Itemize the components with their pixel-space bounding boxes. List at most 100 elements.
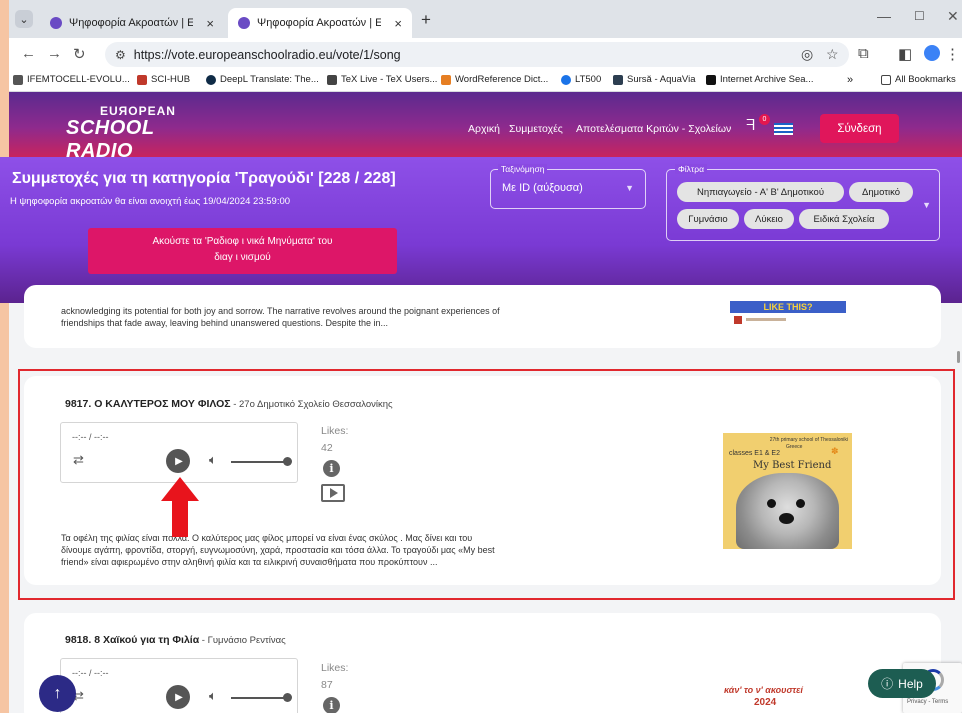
- red-arrow-annotation: [161, 477, 199, 537]
- filter-chip-special[interactable]: Ειδικά Σχολεία: [799, 209, 889, 229]
- logo-line1: EUЯOPEAN: [100, 104, 176, 118]
- maximize-icon[interactable]: ☐: [914, 9, 925, 23]
- highlight-box: [18, 369, 955, 600]
- all-bookmarks[interactable]: All Bookmarks: [881, 74, 956, 85]
- bookmark-item[interactable]: LT500: [561, 74, 601, 85]
- extensions-icon[interactable]: ⧉: [858, 45, 869, 62]
- likes-count: 87: [321, 679, 333, 691]
- signin-button[interactable]: Σύνδεση: [820, 114, 899, 143]
- bookmark-item[interactable]: WordReference Dict...: [441, 74, 548, 85]
- radio-messages-button[interactable]: Ακούστε τα 'Ραδιοφ ι νικά Μηνύματα' του …: [88, 228, 397, 274]
- volume-icon[interactable]: 🔈︎: [209, 688, 217, 704]
- description-line: friendships that fade away, leaving behi…: [61, 318, 389, 328]
- audio-player[interactable]: --:-- / --:-- ⇄ ▶ 🔈︎: [60, 658, 298, 713]
- notification-badge: 0: [759, 114, 770, 125]
- notifications-icon[interactable]: ᖷ: [746, 117, 755, 134]
- tab-close-icon[interactable]: ×: [394, 16, 402, 31]
- filter-select[interactable]: Φίλτρα Νηπιαγωγείο - Α' Β' Δημοτικού Δημ…: [666, 164, 940, 241]
- radio-messages-line2: διαγ ι νισμού: [214, 252, 271, 263]
- audio-time: --:-- / --:--: [72, 668, 109, 678]
- omnibox[interactable]: ⚙ https://vote.europeanschoolradio.eu/vo…: [105, 42, 849, 67]
- thumb-banner: LIKE THIS?: [730, 301, 846, 313]
- bookmark-item[interactable]: Internet Archive Sea...: [706, 74, 813, 85]
- likes-label: Likes:: [321, 662, 349, 674]
- voting-deadline: Η ψηφοφορία ακροατών θα είναι ανοιχτή έω…: [10, 196, 291, 207]
- eye-off-icon[interactable]: ◎: [801, 46, 813, 63]
- entry-school: - Γυμνάσιο Ρεντίνας: [199, 635, 286, 646]
- play-button[interactable]: ▶: [166, 685, 190, 709]
- info-icon[interactable]: i: [323, 697, 340, 713]
- entry-title[interactable]: 9818. 8 Χαϊκού για τη Φιλία - Γυμνάσιο Ρ…: [65, 634, 286, 646]
- dropdown-arrow-icon: ▼: [625, 183, 634, 193]
- bookmark-icon: [706, 74, 716, 85]
- nav-entries[interactable]: Συμμετοχές: [509, 123, 563, 135]
- new-tab-button[interactable]: +: [421, 10, 431, 30]
- dropdown-arrow-icon: ▼: [922, 200, 931, 210]
- bookmark-item[interactable]: TeX Live - TeX Users...: [327, 74, 437, 85]
- tab-close-icon[interactable]: ×: [206, 16, 214, 31]
- bookmark-icon: [206, 74, 216, 85]
- bookmarks-overflow-icon[interactable]: »: [847, 74, 853, 86]
- site-logo[interactable]: EUЯOPEAN SCHOOL RADIO: [66, 104, 216, 162]
- thumb-year: 2024: [754, 697, 777, 708]
- filter-chip-gymnasium[interactable]: Γυμνάσιο: [677, 209, 739, 229]
- bookmark-star-icon[interactable]: ☆: [826, 46, 839, 63]
- entry-card-previous: acknowledging its potential for both joy…: [24, 285, 941, 348]
- sort-select[interactable]: Ταξινόμηση Με ID (αύξουσα) ▼: [490, 164, 646, 209]
- entry-thumbnail: LIKE THIS?: [730, 301, 846, 328]
- desktop-edge: [0, 0, 9, 713]
- help-button[interactable]: ⓘ Help: [868, 669, 936, 698]
- filter-chip-primary[interactable]: Δημοτικό: [849, 182, 913, 202]
- screen: ⌄ Ψηφοφορία Ακροατών | Europ × Ψηφοφορία…: [0, 0, 962, 713]
- site-header: EUЯOPEAN SCHOOL RADIO Αρχική Συμμετοχές …: [9, 92, 962, 162]
- bookmark-item[interactable]: Sursă - AquaVia: [613, 74, 695, 85]
- volume-slider-knob[interactable]: [283, 693, 292, 702]
- entry-card-9818: 9818. 8 Χαϊκού για τη Φιλία - Γυμνάσιο Ρ…: [24, 613, 941, 713]
- greek-flag-icon[interactable]: [774, 123, 793, 135]
- tab-title: Ψηφοφορία Ακροατών | Europ: [257, 17, 381, 29]
- nav-home[interactable]: Αρχική: [468, 123, 500, 135]
- recaptcha-text: Privacy - Terms: [907, 699, 949, 705]
- tab-inactive[interactable]: Ψηφοφορία Ακροατών | Europ ×: [40, 8, 224, 38]
- school-logo-icon: [734, 316, 742, 324]
- side-panel-icon[interactable]: ◧: [898, 45, 912, 63]
- thumb-caption: [746, 318, 786, 321]
- arrow-shape: [161, 477, 199, 537]
- scrollbar[interactable]: [955, 303, 962, 713]
- bookmark-item[interactable]: SCI-HUB: [137, 74, 190, 85]
- bookmark-label: WordReference Dict...: [455, 74, 549, 85]
- profile-avatar[interactable]: [924, 45, 940, 61]
- volume-slider[interactable]: [231, 697, 286, 699]
- all-bookmarks-label: All Bookmarks: [895, 74, 956, 85]
- entry-title-text: 9818. 8 Χαϊκού για τη Φιλία: [65, 634, 200, 646]
- url-text: https://vote.europeanschoolradio.eu/vote…: [133, 47, 401, 62]
- bookmark-label: Sursă - AquaVia: [627, 74, 696, 85]
- filter-chip-lyceum[interactable]: Λύκειο: [744, 209, 794, 229]
- bookmark-icon: [13, 74, 23, 85]
- page-title: Συμμετοχές για τη κατηγορία 'Τραγούδι' […: [12, 170, 396, 187]
- scroll-to-top-button[interactable]: ↑: [39, 675, 76, 712]
- category-banner: Συμμετοχές για τη κατηγορία 'Τραγούδι' […: [0, 157, 962, 303]
- filter-chip-kindergarten[interactable]: Νηπιαγωγείο - Α' Β' Δημοτικού: [677, 182, 844, 202]
- bookmark-item[interactable]: DeepL Translate: The...: [206, 74, 319, 85]
- forward-icon[interactable]: →: [47, 45, 62, 62]
- address-bar-row: ← → ↻ ⚙ https://vote.europeanschoolradio…: [9, 38, 962, 70]
- scrollbar-thumb[interactable]: [957, 351, 960, 363]
- bookmark-icon: [327, 74, 337, 85]
- back-icon[interactable]: ←: [21, 45, 36, 62]
- bookmark-label: DeepL Translate: The...: [220, 74, 319, 85]
- tab-active[interactable]: Ψηφοφορία Ακροατών | Europ ×: [228, 8, 412, 38]
- bookmark-icon: [441, 74, 451, 85]
- reload-icon[interactable]: ↻: [73, 45, 86, 63]
- tab-search-icon[interactable]: ⌄: [15, 10, 33, 28]
- bookmark-item[interactable]: IFEMTOCELL-EVOLU...: [13, 74, 130, 85]
- sort-legend: Ταξινόμηση: [498, 164, 548, 174]
- minimize-icon[interactable]: —: [877, 8, 891, 24]
- menu-icon[interactable]: ⋮: [945, 45, 960, 63]
- tab-favicon-icon: [238, 17, 250, 29]
- bookmark-label: LT500: [575, 74, 602, 85]
- site-info-icon[interactable]: ⚙: [115, 48, 126, 62]
- close-window-icon[interactable]: ✕: [947, 8, 959, 25]
- browser-tab-strip: ⌄ Ψηφοφορία Ακροατών | Europ × Ψηφοφορία…: [9, 0, 962, 38]
- nav-results[interactable]: Αποτελέσματα Κριτών - Σχολείων: [576, 123, 731, 135]
